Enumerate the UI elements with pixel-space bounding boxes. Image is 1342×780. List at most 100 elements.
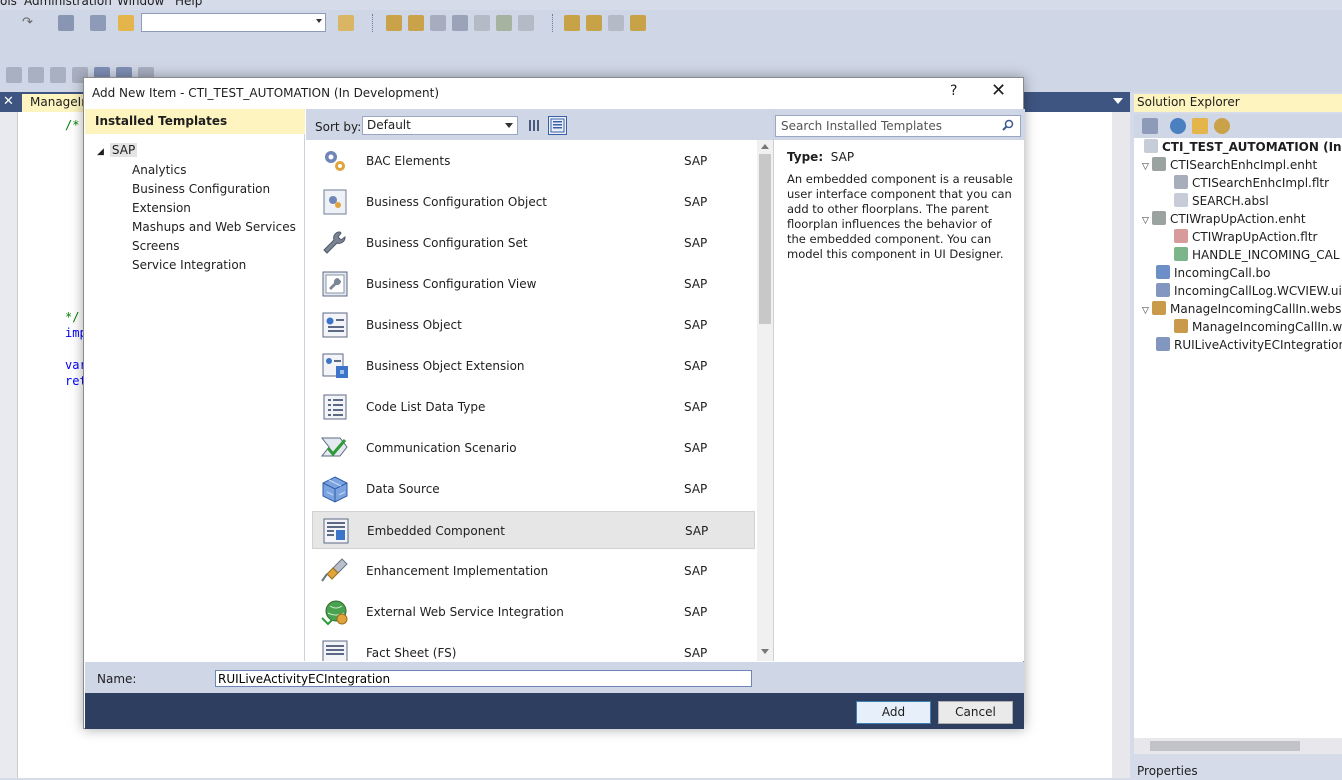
collapse-icon[interactable]: ▽ <box>1142 302 1152 320</box>
collapse-icon[interactable]: ▽ <box>1142 212 1152 230</box>
tree-item[interactable]: CTISearchEnhcImpl.fltr <box>1174 174 1329 192</box>
activate-icon[interactable] <box>386 15 402 31</box>
menu-item-administration[interactable]: Administration <box>24 0 112 8</box>
scroll-down-icon[interactable] <box>761 649 769 654</box>
embedded-component-icon <box>1156 337 1170 351</box>
publish-icon[interactable] <box>586 15 602 31</box>
standard-toolbar: ↷ <box>0 10 1342 38</box>
menu-item-window[interactable]: Window <box>117 0 164 8</box>
cancel-button[interactable]: Cancel <box>938 701 1013 724</box>
show-all-icon[interactable] <box>1192 118 1208 134</box>
pen-icon[interactable] <box>474 15 490 31</box>
list-icon[interactable] <box>452 15 468 31</box>
redo-icon[interactable]: ↷ <box>22 15 38 31</box>
search-icon[interactable] <box>1214 118 1230 134</box>
export-icon[interactable] <box>608 15 624 31</box>
tree-item[interactable]: IncomingCallLog.WCVIEW.uiv <box>1156 282 1342 300</box>
menu-item-tools[interactable]: ols <box>0 0 17 8</box>
deploy-icon[interactable] <box>564 15 580 31</box>
template-list-scrollbar[interactable] <box>757 140 773 661</box>
tree-item[interactable]: HANDLE_INCOMING_CAL <box>1174 246 1340 264</box>
template-item[interactable]: Enhancement Implementation SAP <box>312 552 755 590</box>
solution-explorer-scrollbar[interactable] <box>1134 738 1342 754</box>
business-object-extension-icon <box>322 353 348 378</box>
template-item[interactable]: External Web Service Integration SAP <box>312 593 755 631</box>
category-screens[interactable]: Screens <box>132 239 180 253</box>
name-label: Name: <box>97 672 137 686</box>
gears-icon <box>325 151 345 171</box>
fact-sheet-icon <box>322 640 348 661</box>
scrollbar-thumb[interactable] <box>759 154 771 324</box>
template-item[interactable]: Business Configuration Set SAP <box>312 224 755 262</box>
tree-item[interactable]: IncomingCall.bo <box>1156 264 1271 282</box>
solution-explorer-toolbar <box>1134 114 1342 138</box>
open-folder-icon[interactable] <box>118 15 134 31</box>
tree-item[interactable]: RUILiveActivityECIntegration.E <box>1156 336 1342 354</box>
navigate-icon[interactable] <box>58 15 74 31</box>
template-item[interactable]: BAC Elements SAP <box>312 142 755 180</box>
tree-item[interactable]: ▽ CTIWrapUpAction.enht <box>1142 210 1306 228</box>
close-icon[interactable]: ✕ <box>3 94 14 109</box>
collapse-icon[interactable]: ▽ <box>1142 158 1152 176</box>
category-extension[interactable]: Extension <box>132 201 191 215</box>
category-business-configuration[interactable]: Business Configuration <box>132 182 270 196</box>
search-input[interactable]: Search Installed Templates <box>775 115 1021 137</box>
small-icons-view-button[interactable] <box>525 116 544 135</box>
tree-item[interactable]: SEARCH.absl <box>1174 192 1269 210</box>
scroll-up-icon[interactable] <box>761 144 769 149</box>
enhancement-icon <box>1152 211 1166 225</box>
tree-item[interactable]: ManageIncomingCallIn.ws <box>1174 318 1342 336</box>
name-input[interactable] <box>215 670 752 687</box>
toolbar-combo[interactable] <box>141 13 326 32</box>
project-icon <box>1144 139 1158 153</box>
grid-icon[interactable] <box>518 15 534 31</box>
tree-icon[interactable] <box>496 15 512 31</box>
bookmark-icon[interactable] <box>50 67 66 83</box>
template-item-selected[interactable]: Embedded Component SAP <box>312 511 755 549</box>
close-button[interactable]: ✕ <box>991 80 1006 101</box>
medium-icons-view-button[interactable] <box>548 116 567 135</box>
template-item[interactable]: Fact Sheet (FS) SAP <box>312 634 755 661</box>
template-item[interactable]: Code List Data Type SAP <box>312 388 755 426</box>
save-icon[interactable] <box>90 15 106 31</box>
import-icon[interactable] <box>630 15 646 31</box>
template-item[interactable]: Business Configuration View SAP <box>312 265 755 303</box>
properties-icon[interactable] <box>338 15 354 31</box>
category-analytics[interactable]: Analytics <box>132 163 187 177</box>
refresh-icon[interactable] <box>1170 118 1186 134</box>
data-source-cube-icon <box>322 476 348 503</box>
template-type: Type: SAP <box>787 150 855 164</box>
tree-item[interactable]: ▽ CTISearchEnhcImpl.enht <box>1142 156 1317 174</box>
properties-icon[interactable] <box>1142 118 1158 134</box>
tree-item[interactable]: CTIWrapUpAction.fltr <box>1174 228 1317 246</box>
template-item[interactable]: Communication Scenario SAP <box>312 429 755 467</box>
help-button[interactable]: ? <box>950 83 957 99</box>
template-description: An embedded component is a reusable user… <box>787 172 1013 261</box>
search-icon[interactable] <box>1002 119 1014 131</box>
uncomment-icon[interactable] <box>28 67 44 83</box>
template-item[interactable]: Business Configuration Object SAP <box>312 183 755 221</box>
small-icons-icon <box>529 120 539 131</box>
template-item[interactable]: Data Source SAP <box>312 470 755 508</box>
category-service-integration[interactable]: Service Integration <box>132 258 246 272</box>
menu-item-help[interactable]: Help <box>175 0 202 8</box>
solution-explorer: Solution Explorer CTI_TEST_AUTOMATION (I… <box>1131 92 1342 780</box>
sort-select[interactable]: Default <box>362 116 518 135</box>
installed-templates-header: Installed Templates <box>85 109 305 134</box>
forward-icon[interactable] <box>430 15 446 31</box>
filter-icon <box>1174 175 1188 189</box>
details-view-icon <box>550 118 565 133</box>
comment-icon[interactable] <box>6 67 22 83</box>
chevron-down-icon[interactable] <box>1113 98 1123 104</box>
check-in-icon[interactable] <box>408 15 424 31</box>
editor-scrollbar[interactable] <box>1112 112 1130 778</box>
add-button[interactable]: Add <box>856 701 931 724</box>
tree-item[interactable]: ▽ ManageIncomingCallIn.webse <box>1142 300 1342 318</box>
category-mashups[interactable]: Mashups and Web Services <box>132 220 296 234</box>
sort-bar: Sort by: Default <box>306 109 773 140</box>
template-item[interactable]: Business Object SAP <box>312 306 755 344</box>
tree-item-project[interactable]: CTI_TEST_AUTOMATION (In Dev <box>1144 138 1342 156</box>
expand-triangle-icon[interactable]: ◢ <box>97 147 104 157</box>
template-item[interactable]: Business Object Extension SAP <box>312 347 755 385</box>
category-sap[interactable]: ◢ SAP <box>97 143 138 157</box>
